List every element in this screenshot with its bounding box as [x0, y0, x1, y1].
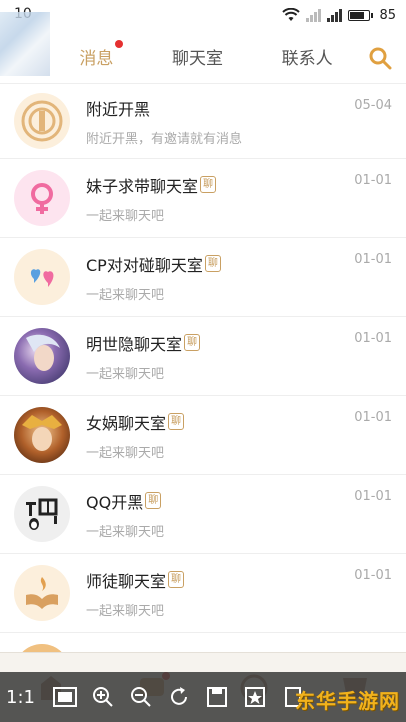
- hero-portrait: [14, 407, 70, 463]
- hearts-icon: [14, 249, 70, 305]
- list-item[interactable]: 明世隐聊天室聊 一起来聊天吧 01-01: [0, 317, 406, 396]
- fit-screen-icon[interactable]: [46, 677, 84, 717]
- rotate-icon[interactable]: [160, 677, 198, 717]
- site-watermark: 东华手游网: [295, 689, 400, 713]
- list-item[interactable]: CP对对碰聊天室聊 一起来聊天吧 01-01: [0, 238, 406, 317]
- battery-icon: [348, 9, 371, 21]
- list-item[interactable]: 附近开黑 附近开黑，有邀请就有消息 05-04: [0, 84, 406, 159]
- chat-badge: 聊: [145, 492, 162, 509]
- status-bar: 10 85: [0, 0, 406, 30]
- tab-messages-label: 消息: [79, 49, 114, 69]
- conversation-preview: 一起来聊天吧: [86, 524, 165, 540]
- signal-icon-sim2: [327, 8, 343, 22]
- status-indicators: 85: [282, 8, 396, 23]
- conversation-preview: 一起来聊天吧: [86, 208, 165, 224]
- tab-list: 消息 聊天室 联系人: [0, 38, 406, 75]
- female-symbol-icon: [14, 170, 70, 226]
- conversation-date: 01-01: [354, 173, 392, 188]
- conversation-date: 01-01: [354, 252, 392, 267]
- conversation-title: 女娲聊天室: [86, 413, 167, 433]
- list-item[interactable]: 妹子求带聊天室聊 一起来聊天吧 01-01: [0, 159, 406, 238]
- conversation-title: 明世隐聊天室: [86, 334, 183, 354]
- conversation-preview: 一起来聊天吧: [86, 287, 165, 303]
- list-item[interactable]: 女娲聊天室聊 一起来聊天吧 01-01: [0, 396, 406, 475]
- battery-level: 85: [379, 7, 396, 23]
- zoom-out-icon[interactable]: [122, 677, 160, 717]
- tab-messages[interactable]: 消息: [75, 38, 124, 75]
- conversation-date: 01-01: [354, 410, 392, 425]
- conversation-title: CP对对碰聊天室: [86, 255, 203, 275]
- user-avatar[interactable]: [0, 12, 50, 76]
- list-item[interactable]: QQ开黑聊 一起来聊天吧 01-01: [0, 475, 406, 554]
- search-icon[interactable]: [368, 46, 392, 70]
- conversation-date: 01-01: [354, 489, 392, 504]
- unread-dot: [115, 40, 124, 48]
- conversation-title: 妹子求带聊天室: [86, 176, 199, 196]
- tab-contacts[interactable]: 联系人: [278, 38, 337, 75]
- conversation-title: 附近开黑: [86, 99, 151, 119]
- conversation-preview: 一起来聊天吧: [86, 603, 165, 619]
- conversation-preview: 附近开黑，有邀请就有消息: [86, 131, 243, 147]
- signal-icon-sim1: [306, 8, 322, 22]
- list-item[interactable]: 师徒聊天室聊 一起来聊天吧 01-01: [0, 554, 406, 633]
- hero-portrait: [14, 328, 70, 384]
- chat-badge: 聊: [200, 176, 217, 193]
- conversation-preview: 一起来聊天吧: [86, 445, 165, 461]
- favorite-icon[interactable]: [236, 677, 274, 717]
- conversation-date: 05-04: [354, 98, 392, 113]
- tab-chatrooms-label: 聊天室: [171, 49, 223, 69]
- conversation-date: 01-01: [354, 331, 392, 346]
- qq-kaihei-logo: [14, 486, 70, 542]
- save-icon[interactable]: [198, 677, 236, 717]
- chat-badge: 聊: [168, 571, 185, 588]
- tab-contacts-label: 联系人: [281, 49, 333, 69]
- top-tab-bar: 消息 聊天室 联系人: [0, 12, 406, 84]
- zoom-in-icon[interactable]: [84, 677, 122, 717]
- conversation-date: 01-01: [354, 568, 392, 583]
- conversation-title: QQ开黑: [86, 492, 144, 512]
- conversation-list[interactable]: 附近开黑 附近开黑，有邀请就有消息 05-04 妹子求带聊天室聊 一起来聊天吧 …: [0, 84, 406, 722]
- chat-badge: 聊: [184, 334, 201, 351]
- wifi-icon: [282, 8, 301, 21]
- chat-badge: 聊: [204, 255, 221, 272]
- tab-chatrooms[interactable]: 聊天室: [168, 38, 227, 75]
- compass-emblem-icon: [14, 93, 70, 149]
- conversation-preview: 一起来聊天吧: [86, 366, 165, 382]
- zoom-ratio: 1:1: [6, 686, 35, 708]
- chat-badge: 聊: [168, 413, 185, 430]
- conversation-title: 师徒聊天室: [86, 571, 167, 591]
- book-flame-icon: [14, 565, 70, 621]
